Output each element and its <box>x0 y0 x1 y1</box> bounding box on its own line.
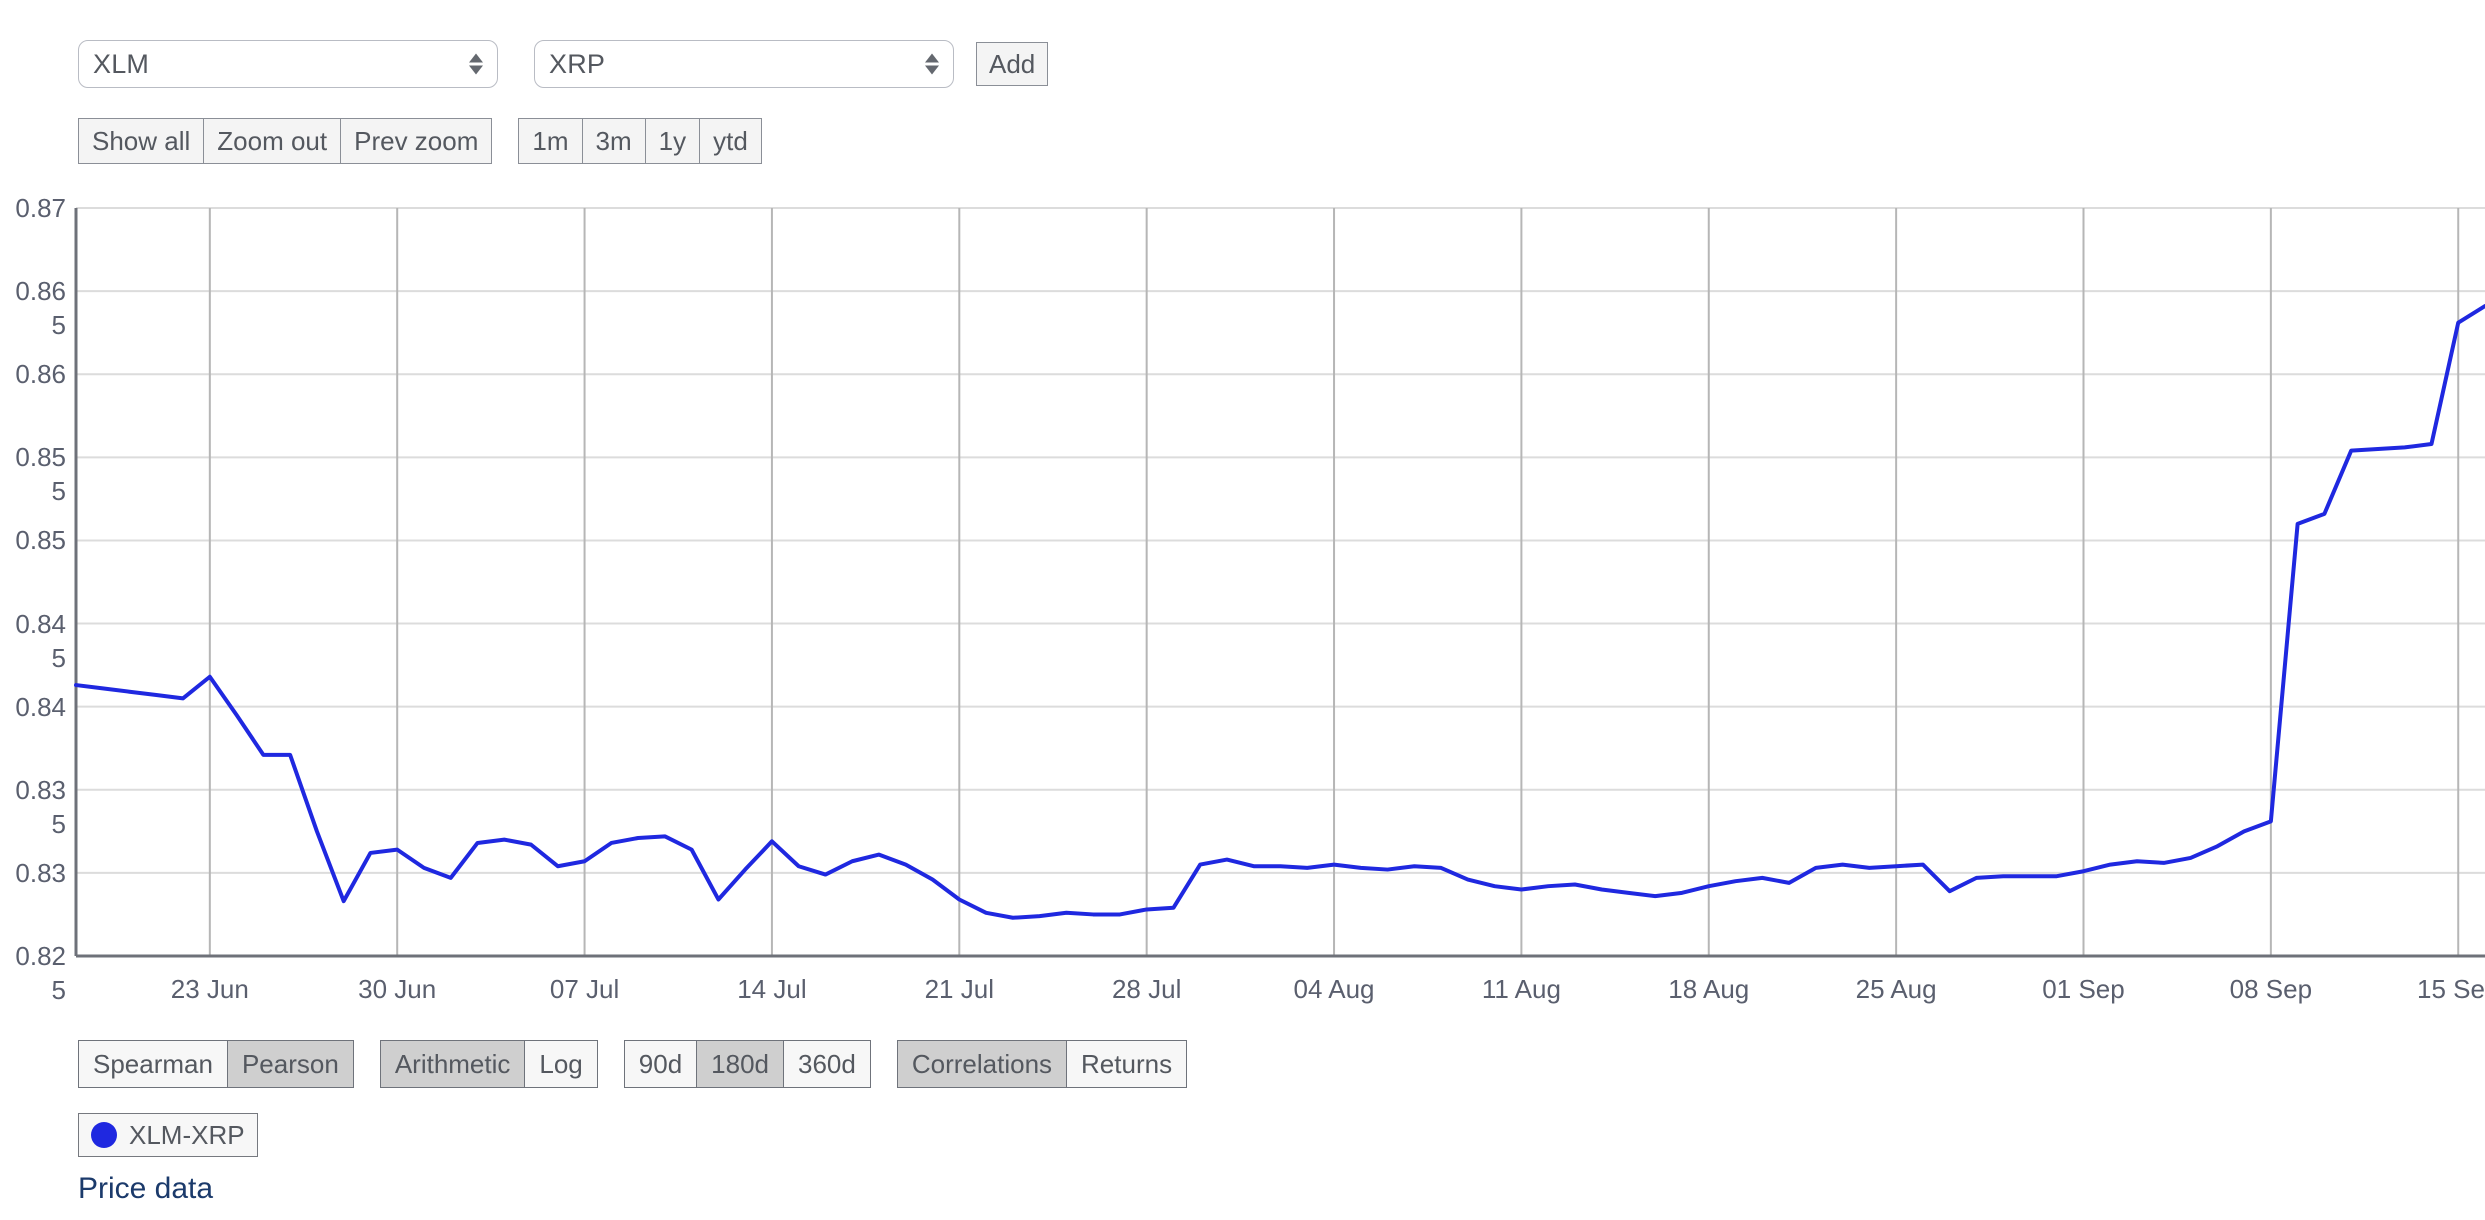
asset-b-select[interactable]: XRP <box>534 40 954 88</box>
legend-color-dot-icon <box>91 1122 117 1148</box>
y-axis-tick-label: 0.86 5 <box>15 276 66 341</box>
scale-arithmetic-button[interactable]: Arithmetic <box>379 1040 525 1088</box>
zoom-button-group: Show all Zoom out Prev zoom <box>78 118 493 164</box>
mode-button-group: Correlations Returns <box>896 1040 1188 1088</box>
x-axis-tick-label: 07 Jul <box>549 974 620 1004</box>
chevron-updown-icon[interactable] <box>925 53 939 75</box>
x-axis-tick-label: 08 Sep <box>2229 974 2313 1004</box>
window-90d-button[interactable]: 90d <box>623 1040 697 1088</box>
y-axis-tick-label: 0.84 5 <box>15 608 66 673</box>
y-axis-tick-label: 0.85 <box>15 525 66 556</box>
asset-b-value: XRP <box>549 48 606 79</box>
mode-returns-button[interactable]: Returns <box>1066 1040 1188 1088</box>
range-1y-button[interactable]: 1y <box>644 118 700 164</box>
x-axis-labels: 23 Jun 30 Jun 07 Jul 14 Jul 21 Jul 28 Jul 04 A… <box>0 956 2485 1004</box>
range-1m-button[interactable]: 1m <box>518 118 582 164</box>
range-3m-button[interactable]: 3m <box>581 118 645 164</box>
add-button[interactable]: Add <box>976 42 1049 86</box>
window-360d-button[interactable]: 360d <box>783 1040 871 1088</box>
scale-button-group: Arithmetic Log <box>379 1040 598 1088</box>
y-axis-tick-label: 0.83 <box>15 857 66 888</box>
x-axis-tick-label: 01 Sep <box>2042 974 2125 1004</box>
range-ytd-button[interactable]: ytd <box>699 118 762 164</box>
chart-options-row: Spearman Pearson Arithmetic Log 90d 180d… <box>78 1040 1213 1088</box>
zoom-out-button[interactable]: Zoom out <box>203 118 341 164</box>
correlation-chart[interactable]: 0.87 0.86 5 0.86 0.85 5 0.85 0.84 5 0.84 0.83 5 0.83… <box>0 193 2485 1005</box>
x-axis-tick-label: 23 Jun <box>170 974 249 1004</box>
y-axis-tick-label: 0.83 5 <box>15 774 66 839</box>
x-axis-tick-label: 14 Jul <box>737 974 807 1004</box>
asset-selector-row: XLM XRP Add <box>78 40 1049 88</box>
x-axis-tick-label: 15 Sep <box>2417 974 2485 1004</box>
mode-correlations-button[interactable]: Correlations <box>896 1040 1067 1088</box>
price-data-label: Price data <box>78 1172 214 1205</box>
x-axis-tick-label: 25 Aug <box>1855 974 1937 1004</box>
window-button-group: 90d 180d 360d <box>623 1040 871 1088</box>
x-axis-tick-label: 30 Jun <box>358 974 437 1004</box>
x-axis-tick-label: 28 Jul <box>1111 974 1182 1004</box>
zoom-controls-row: Show all Zoom out Prev zoom 1m 3m 1y ytd <box>78 118 788 164</box>
y-axis-tick-label: 0.87 <box>15 193 66 223</box>
chevron-updown-icon[interactable] <box>469 53 483 75</box>
x-axis-tick-label: 21 Jul <box>924 974 994 1004</box>
prev-zoom-button[interactable]: Prev zoom <box>340 118 493 164</box>
y-axis-tick-label: 0.85 5 <box>15 442 66 507</box>
scale-log-button[interactable]: Log <box>524 1040 598 1088</box>
x-axis-tick-label: 04 Aug <box>1293 974 1375 1004</box>
asset-a-value: XLM <box>93 48 150 79</box>
asset-a-select[interactable]: XLM <box>78 40 498 88</box>
legend-item-xlm-xrp[interactable]: XLM-XRP <box>78 1113 258 1157</box>
x-axis-tick-label: 18 Aug <box>1668 974 1750 1004</box>
legend-label: XLM-XRP <box>129 1119 245 1150</box>
method-button-group: Spearman Pearson <box>78 1040 354 1088</box>
correlation-page: XLM XRP Add Show all Zoom out Prev zoom … <box>0 0 2485 1220</box>
x-axis-tick-label: 11 Aug <box>1481 974 1561 1004</box>
method-pearson-button[interactable]: Pearson <box>226 1040 354 1088</box>
y-axis-tick-label: 0.84 <box>15 691 66 722</box>
show-all-button[interactable]: Show all <box>78 118 204 164</box>
method-spearman-button[interactable]: Spearman <box>78 1040 227 1088</box>
y-axis-tick-label: 0.86 <box>15 359 66 390</box>
window-180d-button[interactable]: 180d <box>696 1040 784 1088</box>
chart-plot-area[interactable] <box>0 200 2485 990</box>
y-axis-labels: 0.87 0.86 5 0.86 0.85 5 0.85 0.84 5 0.84 0.83 5 0.83… <box>0 193 74 1005</box>
range-button-group: 1m 3m 1y ytd <box>518 118 762 164</box>
